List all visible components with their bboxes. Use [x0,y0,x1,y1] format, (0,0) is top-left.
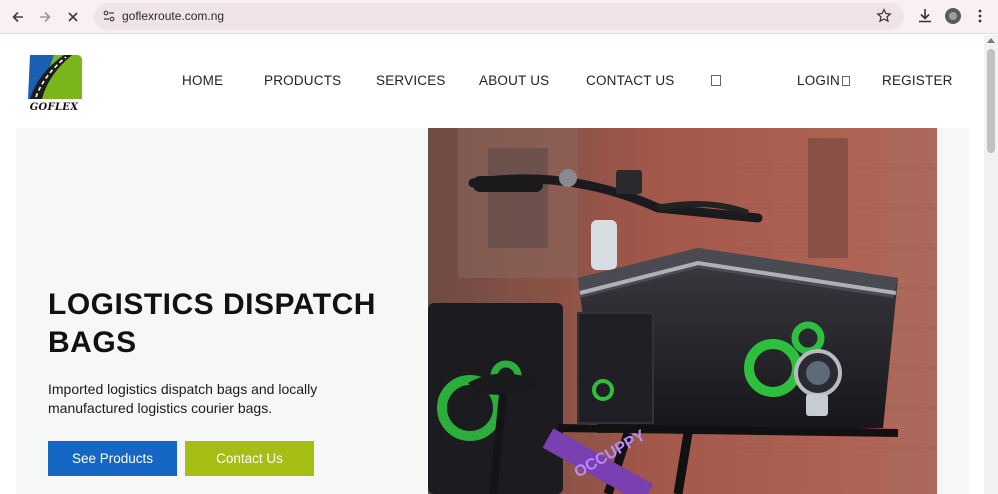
logo-wordmark: GOFLEX [29,102,79,113]
scroll-up-arrow-icon[interactable] [987,38,995,43]
profile-avatar-icon[interactable] [944,7,962,25]
page-scrollbar[interactable] [984,35,998,494]
browser-menu-icon[interactable] [971,7,989,25]
scrollbar-thumb[interactable] [987,49,995,153]
search-icon[interactable] [711,75,721,86]
download-icon[interactable] [916,7,934,25]
goflex-logo[interactable]: GOFLEX [24,53,84,115]
bookmark-star-icon[interactable] [876,8,892,24]
forward-arrow-icon[interactable] [35,7,55,27]
nav-register[interactable]: REGISTER [882,73,953,88]
address-bar[interactable]: goflexroute.com.ng [94,3,904,30]
user-icon[interactable] [842,76,850,86]
site-header: GOFLEX HOME PRODUCTS SERVICES ABOUT US C… [0,35,984,128]
goflex-logo-mark-icon [28,55,82,99]
site-info-icon[interactable] [102,9,116,23]
see-products-button[interactable]: See Products [48,441,177,476]
dispatch-bike-illustration: OCCUPPY [428,128,937,494]
nav-about-us[interactable]: ABOUT US [479,73,549,88]
hero-image-dispatch-bike: OCCUPPY [428,128,937,494]
hero-subtitle: Imported logistics dispatch bags and loc… [48,381,318,416]
nav-home[interactable]: HOME [182,73,223,88]
back-arrow-icon[interactable] [8,7,28,27]
url-text[interactable]: goflexroute.com.ng [122,9,224,23]
nav-contact-us[interactable]: CONTACT US [586,73,675,88]
stop-loading-icon[interactable] [63,7,83,27]
hero-title: LOGISTICS DISPATCH BAGS [48,288,376,359]
contact-us-button[interactable]: Contact Us [185,441,314,476]
browser-toolbar: goflexroute.com.ng [0,0,998,34]
nav-login[interactable]: LOGIN [797,73,840,88]
nav-products[interactable]: PRODUCTS [264,73,341,88]
nav-services[interactable]: SERVICES [376,73,446,88]
